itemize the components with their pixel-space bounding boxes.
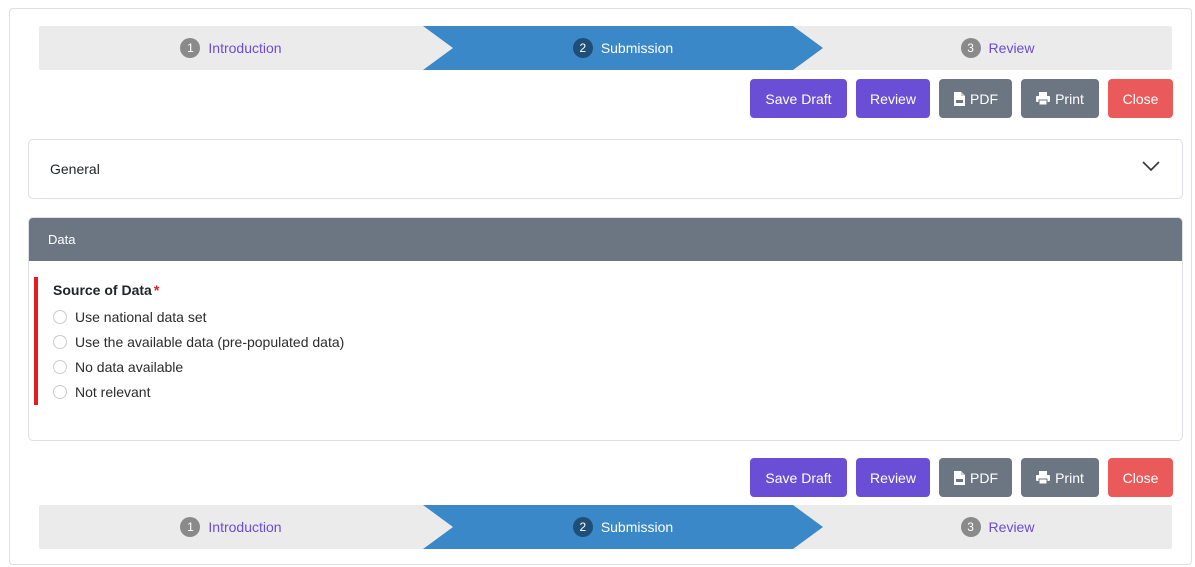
pdf-button[interactable]: PDF: [939, 458, 1012, 497]
step-number: 1: [180, 517, 201, 537]
accordion-title: General: [50, 161, 100, 177]
pdf-file-icon: [954, 470, 965, 485]
review-button[interactable]: Review: [856, 79, 930, 118]
pdf-file-icon: [954, 91, 965, 106]
review-button[interactable]: Review: [856, 458, 930, 497]
field-label-text: Source of Data: [53, 282, 152, 298]
step-label: Introduction: [208, 519, 282, 535]
save-draft-button[interactable]: Save Draft: [750, 458, 847, 497]
action-bar-bottom: Save Draft Review PDF Print Close: [750, 458, 1173, 497]
step-number: 3: [960, 38, 981, 58]
print-button-label: Print: [1055, 90, 1084, 107]
source-of-data-field: Source of Data * Use national data set Us…: [34, 277, 634, 405]
step-submission[interactable]: 2 Submission: [423, 505, 823, 549]
radio-label: No data available: [75, 358, 184, 375]
progress-stepper-top: 1 Introduction 2 Submission 3 Review: [39, 26, 1172, 70]
step-introduction[interactable]: 1 Introduction: [39, 505, 423, 549]
panel-title: Data: [48, 232, 76, 247]
pdf-button[interactable]: PDF: [939, 79, 1012, 118]
save-draft-button[interactable]: Save Draft: [750, 79, 847, 118]
pdf-button-label: PDF: [970, 469, 998, 486]
radio-option-not-relevant[interactable]: Not relevant: [53, 379, 634, 404]
radio-label: Use national data set: [75, 308, 207, 325]
close-button[interactable]: Close: [1108, 79, 1173, 118]
radio-label: Not relevant: [75, 383, 151, 400]
radio-option-national-data-set[interactable]: Use national data set: [53, 304, 634, 329]
step-label: Review: [988, 519, 1035, 535]
required-marker: *: [153, 282, 160, 298]
radio-option-no-data[interactable]: No data available: [53, 354, 634, 379]
print-button[interactable]: Print: [1021, 458, 1099, 497]
step-introduction[interactable]: 1 Introduction: [39, 26, 423, 70]
step-label: Submission: [600, 40, 674, 56]
step-label: Review: [988, 40, 1035, 56]
step-label: Introduction: [208, 40, 282, 56]
close-button[interactable]: Close: [1108, 458, 1173, 497]
radio-button[interactable]: [53, 384, 67, 399]
step-submission[interactable]: 2 Submission: [423, 26, 823, 70]
action-bar-top: Save Draft Review PDF Print Close: [750, 79, 1173, 118]
panel-header: Data: [29, 218, 1182, 261]
progress-stepper-bottom: 1 Introduction 2 Submission 3 Review: [39, 505, 1172, 549]
printer-icon: [1036, 471, 1051, 484]
step-review[interactable]: 3 Review: [823, 505, 1172, 549]
print-button-label: Print: [1055, 469, 1084, 486]
general-accordion-header[interactable]: General: [28, 139, 1183, 199]
radio-button[interactable]: [53, 334, 67, 349]
print-button[interactable]: Print: [1021, 79, 1099, 118]
step-number: 1: [180, 38, 201, 58]
step-number: 2: [572, 38, 593, 58]
data-panel: Data Source of Data * Use national data s…: [28, 217, 1183, 441]
radio-button[interactable]: [53, 309, 67, 324]
radio-button[interactable]: [53, 359, 67, 374]
step-number: 2: [572, 517, 593, 537]
printer-icon: [1036, 92, 1051, 105]
step-number: 3: [960, 517, 981, 537]
pdf-button-label: PDF: [970, 90, 998, 107]
radio-option-available-data[interactable]: Use the available data (pre-populated da…: [53, 329, 634, 354]
step-label: Submission: [600, 519, 674, 535]
step-review[interactable]: 3 Review: [823, 26, 1172, 70]
field-label: Source of Data *: [53, 282, 634, 298]
radio-label: Use the available data (pre-populated da…: [75, 333, 345, 350]
chevron-down-icon: [1142, 161, 1160, 172]
